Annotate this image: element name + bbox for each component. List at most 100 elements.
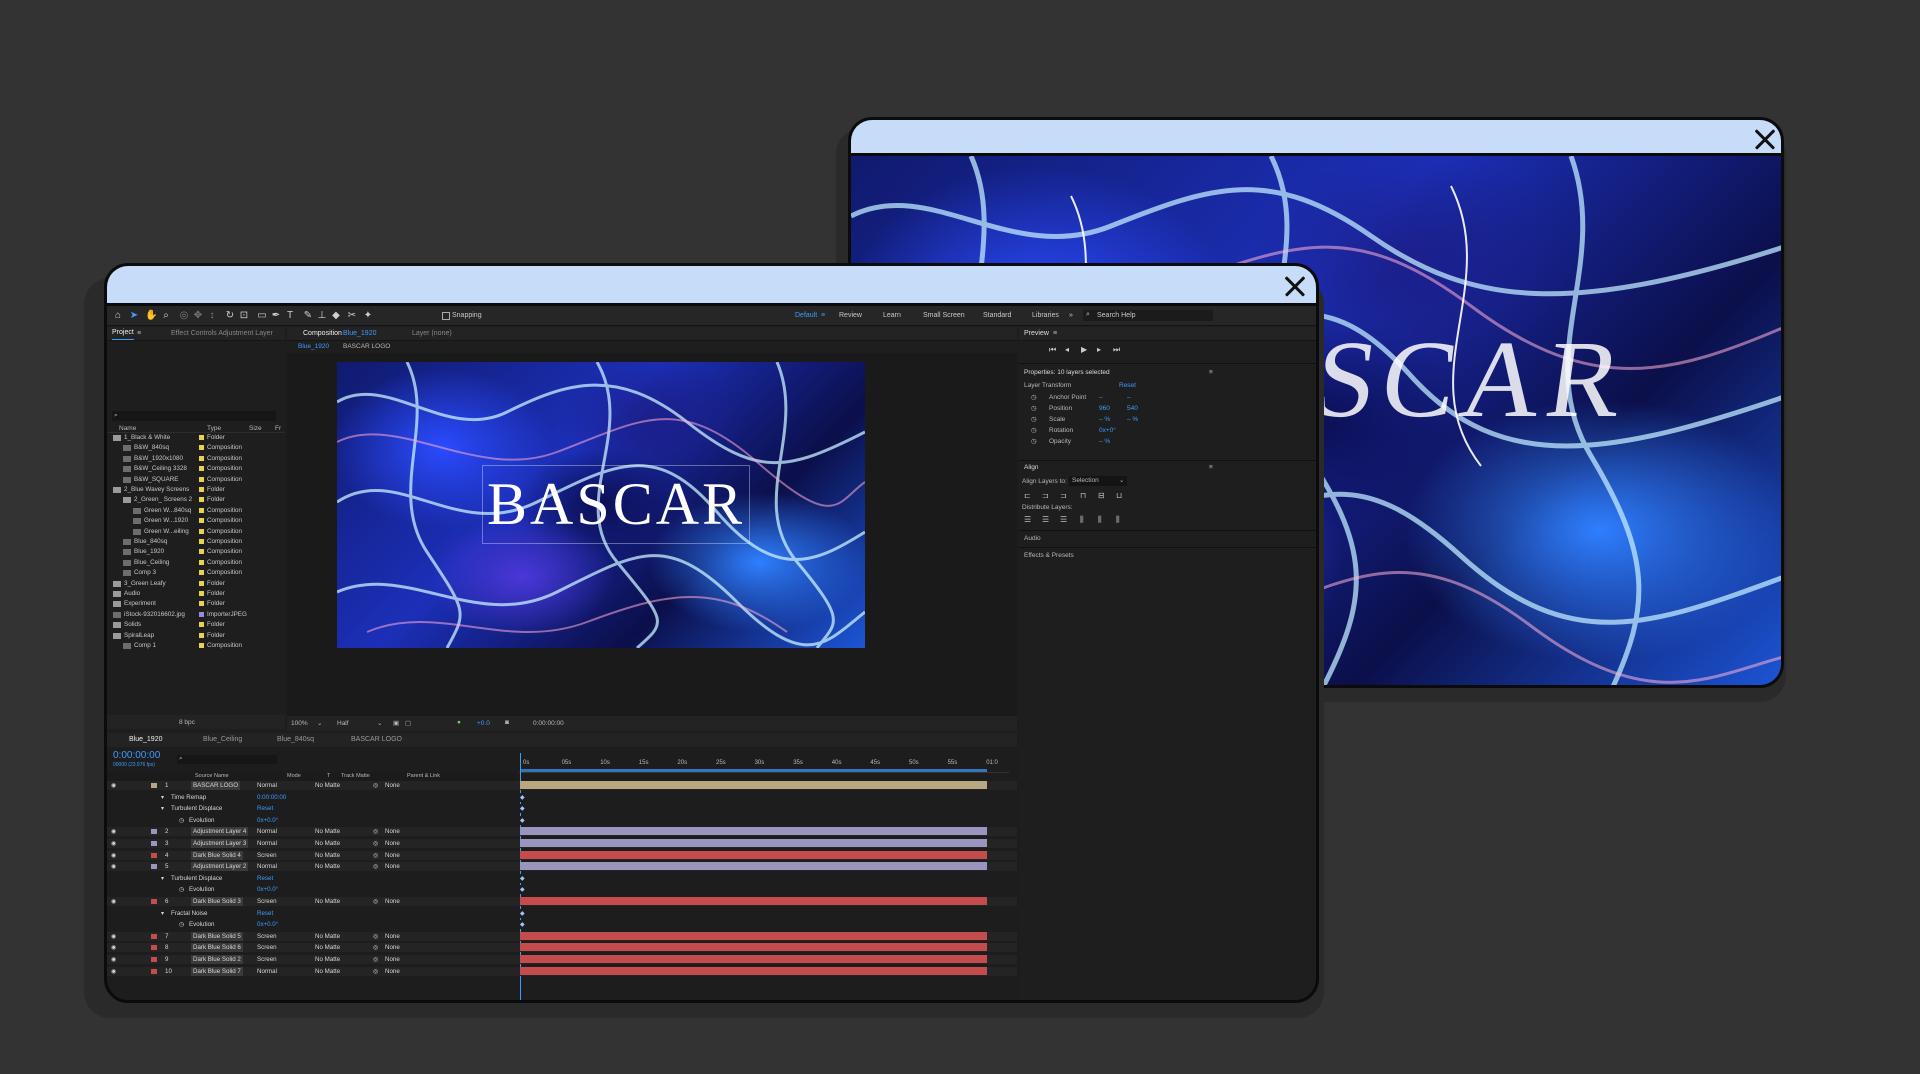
exposure-value[interactable]: +0.0	[477, 720, 490, 727]
orbit-tool-icon[interactable]: ◎	[179, 311, 189, 321]
front-window-close-icon[interactable]	[1284, 275, 1306, 297]
channel-icon[interactable]: ●	[457, 719, 461, 726]
effect-controls-tab[interactable]: Effect Controls Adjustment Layer	[171, 327, 273, 341]
pickwhip-icon[interactable]: ◎	[373, 955, 378, 964]
layer-row[interactable]: ◉ 2 Adjustment Layer 4 Normal No Matte ◎ None	[107, 827, 1017, 837]
project-item[interactable]: 2_Blue Wavey Screens Folder	[107, 485, 285, 495]
pen-tool-icon[interactable]: ✒	[271, 311, 281, 321]
layer-mode[interactable]: Screen	[257, 851, 277, 860]
visibility-eye-icon[interactable]: ◉	[111, 967, 116, 976]
roto-tool-icon[interactable]: ✂	[347, 311, 357, 321]
layer-duration-bar[interactable]	[520, 966, 987, 975]
visibility-eye-icon[interactable]: ◉	[111, 932, 116, 941]
pickwhip-icon[interactable]: ◎	[373, 943, 378, 952]
project-item[interactable]: Green W...840sq Composition	[107, 506, 285, 516]
stopwatch-icon[interactable]: ◷	[179, 816, 184, 825]
align-hcenter-icon[interactable]: ⊐	[1042, 491, 1049, 500]
visibility-eye-icon[interactable]: ◉	[111, 955, 116, 964]
label-color-chip[interactable]	[199, 445, 204, 451]
layer-row[interactable]: ◉ 7 Dark Blue Solid 5 Screen No Matte ◎ None	[107, 931, 1017, 941]
workspace-libraries[interactable]: Libraries	[1032, 312, 1059, 319]
layer-source-name[interactable]: Adjustment Layer 3	[191, 839, 249, 848]
distribute-vcenter-icon[interactable]: ☰	[1042, 515, 1049, 524]
layer-mode[interactable]: Normal	[257, 862, 277, 871]
project-item[interactable]: Blue_840sq Composition	[107, 537, 285, 547]
snapping-checkbox[interactable]	[442, 312, 450, 320]
eraser-tool-icon[interactable]: ◆	[331, 311, 341, 321]
layer-source-name[interactable]: Dark Blue Solid 6	[191, 943, 243, 953]
audio-panel-title[interactable]: Audio	[1024, 535, 1041, 542]
composition-tab-label[interactable]: Composition	[303, 327, 342, 341]
layer-duration-bar[interactable]	[520, 897, 987, 905]
property-value[interactable]: 0x+0.0°	[257, 920, 278, 929]
align-menu-icon[interactable]: ≡	[1209, 464, 1213, 471]
property-value[interactable]: 0:00:00:00	[257, 793, 286, 802]
dolly-tool-icon[interactable]: ↕	[207, 311, 217, 321]
keyframe-icon[interactable]: ◆	[520, 874, 525, 883]
label-color-chip[interactable]	[199, 643, 204, 648]
timeline-tab[interactable]: Blue_1920	[129, 736, 162, 743]
layer-tab[interactable]: Layer (none)	[412, 327, 452, 341]
layer-mode[interactable]: Screen	[257, 897, 277, 906]
layer-parent[interactable]: None	[385, 943, 400, 952]
distribute-top-icon[interactable]: ☰	[1024, 515, 1031, 524]
last-frame-icon[interactable]: ⏭	[1113, 345, 1120, 355]
project-item[interactable]: Solids Folder	[107, 620, 285, 630]
col-size[interactable]: Size	[249, 425, 262, 432]
project-item[interactable]: 3_Green Leafy Folder	[107, 579, 285, 589]
pickwhip-icon[interactable]: ◎	[373, 851, 378, 860]
layer-mode[interactable]: Screen	[257, 932, 277, 941]
transform-value-2[interactable]: 540	[1127, 405, 1138, 412]
home-icon[interactable]: ⌂	[113, 311, 123, 321]
align-vcenter-icon[interactable]: ⊟	[1098, 491, 1105, 500]
layer-row[interactable]: ◉ 10 Dark Blue Solid 7 Normal No Matte ◎ None	[107, 966, 1017, 976]
property-value[interactable]: Reset	[257, 874, 273, 883]
stopwatch-icon[interactable]: ◷	[179, 885, 184, 894]
pickwhip-icon[interactable]: ◎	[373, 839, 378, 848]
col-mode[interactable]: Mode	[287, 773, 301, 779]
label-color-chip[interactable]	[199, 591, 204, 596]
effect-fx-icon[interactable]: ▾	[161, 793, 164, 802]
keyframe-icon[interactable]: ◆	[520, 885, 525, 894]
layer-track-matte[interactable]: No Matte	[315, 851, 340, 860]
distribute-left-icon[interactable]: ⫼	[1080, 515, 1084, 525]
keyframe-icon[interactable]: ◆	[520, 793, 525, 802]
workspace-menu-icon[interactable]: ≡	[821, 312, 825, 319]
timeline-tab[interactable]: Blue_Ceiling	[203, 736, 242, 743]
timeline-timecode[interactable]: 0:00:00:00	[113, 750, 160, 761]
next-frame-icon[interactable]: ▸	[1097, 345, 1101, 354]
back-window-close-icon[interactable]	[1754, 128, 1776, 150]
label-color-chip[interactable]	[199, 549, 204, 555]
project-item[interactable]: Green W...1920 Composition	[107, 516, 285, 526]
col-source-name[interactable]: Source Name	[195, 773, 229, 779]
label-color-chip[interactable]	[199, 622, 204, 628]
stopwatch-icon[interactable]: ◷	[1031, 393, 1037, 401]
layer-source-name[interactable]: Dark Blue Solid 7	[191, 966, 243, 976]
layer-parent[interactable]: None	[385, 827, 400, 836]
properties-menu-icon[interactable]: ≡	[1209, 369, 1213, 376]
layer-label-chip[interactable]	[151, 957, 157, 962]
project-item[interactable]: Comp 1 Composition	[107, 641, 285, 651]
col-fr[interactable]: Fr	[275, 425, 281, 432]
first-frame-icon[interactable]: ⏮	[1049, 345, 1056, 355]
layer-duration-bar[interactable]	[520, 943, 987, 952]
layer-track-matte[interactable]: No Matte	[315, 839, 340, 848]
label-color-chip[interactable]	[199, 507, 204, 513]
layer-source-name[interactable]: Adjustment Layer 2	[191, 862, 249, 872]
col-parent-link[interactable]: Parent & Link	[407, 773, 440, 779]
selection-tool-icon[interactable]: ➤	[129, 311, 139, 321]
layer-mode[interactable]: Normal	[257, 967, 277, 976]
property-row[interactable]: ◷ Evolution 0x+0.0° ◆	[107, 920, 1017, 930]
layer-mode[interactable]: Normal	[257, 839, 277, 848]
layer-duration-bar[interactable]	[520, 827, 987, 836]
transform-value-1[interactable]: 0x+0°	[1099, 427, 1116, 434]
label-color-chip[interactable]	[199, 518, 204, 524]
property-value[interactable]: Reset	[257, 909, 273, 918]
workspace-standard[interactable]: Standard	[983, 312, 1011, 319]
label-color-chip[interactable]	[199, 611, 204, 617]
search-help-box[interactable]: ⌕ Search Help	[1083, 310, 1213, 321]
layer-label-chip[interactable]	[151, 968, 157, 974]
pickwhip-icon[interactable]: ◎	[373, 932, 378, 941]
layer-track-matte[interactable]: No Matte	[315, 967, 340, 976]
transform-value-1[interactable]: – %	[1099, 438, 1110, 445]
